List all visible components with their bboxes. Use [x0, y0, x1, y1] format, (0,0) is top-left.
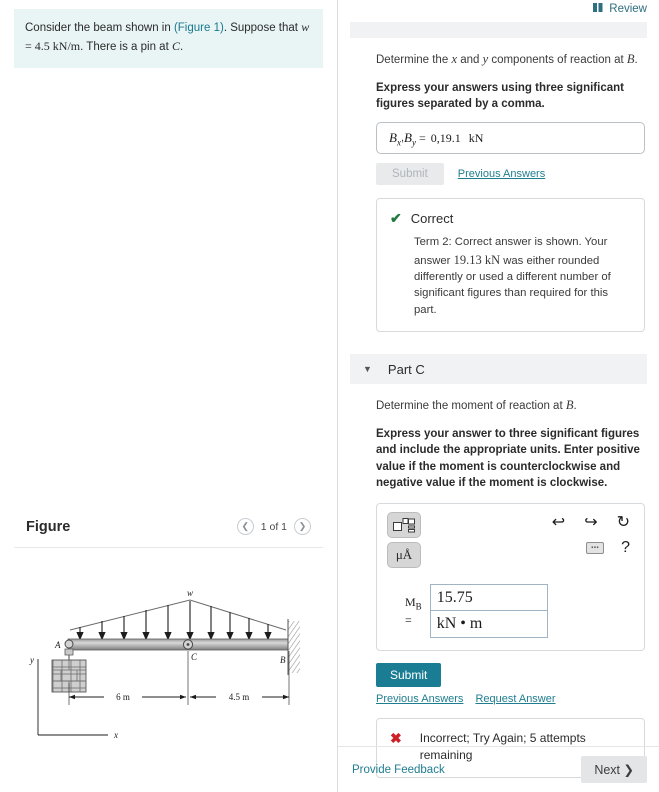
figure-nav: ❮ 1 of 1 ❯	[236, 518, 311, 535]
redo-arrow-icon[interactable]: ↪	[584, 512, 597, 532]
figure-divider	[14, 547, 323, 548]
chevron-left-icon[interactable]: ❮	[236, 518, 254, 535]
review-label[interactable]: Review	[609, 3, 647, 15]
variable-w: w	[301, 20, 310, 34]
provide-feedback-link[interactable]: Provide Feedback	[352, 764, 445, 776]
undo-arrow-icon[interactable]: ↩	[552, 512, 565, 532]
problem-text-pin: . There is a pin at	[80, 41, 172, 54]
page-root: Consider the beam shown in (Figure 1). S…	[0, 0, 659, 792]
point-a-label-fig: A	[54, 640, 61, 650]
review-icon	[593, 3, 604, 15]
beam-diagram-svg: w B C A 6 m 4.5 m y x	[29, 588, 300, 740]
pc-q-end: .	[573, 400, 577, 413]
micro-angstrom-units-icon[interactable]: μÅ	[387, 542, 421, 569]
reset-circular-arrow-icon[interactable]: ↻	[617, 512, 630, 532]
part-b-question: Determine the x and y components of reac…	[376, 50, 645, 69]
math-template-icon[interactable]	[387, 512, 421, 539]
chevron-right-icon[interactable]: ❯	[294, 518, 311, 535]
part-c-instruction: Express your answer to three significant…	[376, 427, 640, 489]
load-label-w: w	[187, 588, 193, 598]
part-b-actions: Submit Previous Answers	[376, 163, 645, 186]
problem-statement: Consider the beam shown in (Figure 1). S…	[14, 9, 323, 68]
part-c-links: Previous Answers Request Answer	[376, 693, 645, 705]
cross-icon: ✖	[390, 730, 402, 747]
lhs-sub-b: B	[415, 601, 422, 612]
part-c-title: Part C	[387, 361, 425, 377]
part-c-unit-input[interactable]: kN • m	[429, 611, 548, 639]
lhs-equals: =	[405, 612, 412, 627]
feedback-body-value: 19.13 kN	[453, 252, 501, 267]
next-label: Next	[594, 763, 621, 777]
part-b-previous-answers-link[interactable]: Previous Answers	[458, 168, 545, 180]
feedback-header: ✔ Correct	[390, 210, 631, 227]
q-post: components of reaction at	[488, 54, 627, 66]
part-c-math-entry-widget: μÅ ↩ ↪ ↻ ▪▪▪ ? MB = 15.75 kN • m	[376, 503, 645, 652]
variable-w-value: = 4.5	[25, 39, 53, 54]
figure-1-link[interactable]: (Figure 1)	[174, 22, 224, 34]
part-b-feedback-correct: ✔ Correct Term 2: Correct answer is show…	[376, 198, 645, 333]
part-c-request-answer-link[interactable]: Request Answer	[475, 693, 555, 705]
footer-bar: Provide Feedback Next ❯	[338, 746, 659, 792]
math-toolbar-left: μÅ	[387, 512, 421, 569]
left-panel: Consider the beam shown in (Figure 1). S…	[0, 0, 338, 792]
axis-y-label: y	[29, 655, 34, 665]
variable-w-units: kN/m	[52, 39, 81, 54]
feedback-title: Correct	[410, 211, 454, 227]
point-c-label: C	[171, 39, 180, 54]
chevron-right-icon: ❯	[623, 763, 634, 777]
figure-counter: 1 of 1	[260, 520, 287, 533]
part-b-instruction: Express your answers using three signifi…	[376, 81, 624, 110]
q-mid: and	[457, 54, 483, 66]
lhs-m: M	[405, 594, 416, 609]
part-c-body: Determine the moment of reaction at B. E…	[338, 396, 659, 778]
q-var-b: B	[626, 52, 635, 66]
part-c-entry-row: MB = 15.75 kN • m	[387, 584, 634, 639]
keyboard-icon[interactable]: ▪▪▪	[586, 542, 605, 555]
part-b-submit-button[interactable]: Submit	[376, 163, 444, 186]
problem-text-post: . Suppose that	[223, 22, 298, 34]
review-row: Review	[338, 0, 659, 16]
math-toolbar: μÅ ↩ ↪ ↻ ▪▪▪ ?	[387, 512, 634, 569]
axis-x-label: x	[113, 730, 118, 740]
problem-period: .	[179, 41, 184, 54]
math-toolbar-right: ↩ ↪ ↻ ▪▪▪ ?	[552, 512, 634, 568]
math-toolbar-row-top: ↩ ↪ ↻	[552, 512, 630, 532]
right-panel: Review Determine the x and y components …	[338, 0, 659, 792]
math-toolbar-row-bottom: ▪▪▪ ?	[586, 539, 630, 557]
part-c-value-input[interactable]: 15.75	[429, 584, 548, 612]
part-c-fields: 15.75 kN • m	[429, 584, 548, 639]
part-b-header-bar	[350, 22, 647, 38]
answer-equals: =	[418, 130, 426, 145]
figure-header: Figure ❮ 1 of 1 ❯	[0, 518, 337, 535]
beam-figure: w B C A 6 m 4.5 m y x	[8, 583, 330, 758]
feedback-body: Term 2: Correct answer is shown. Your an…	[414, 234, 631, 318]
next-button[interactable]: Next ❯	[581, 756, 647, 783]
dimension-right-label: 4.5 m	[229, 692, 250, 702]
part-c-actions: Submit Previous Answers Request Answer	[376, 663, 645, 705]
part-c-question: Determine the moment of reaction at B.	[376, 396, 645, 415]
q-pre: Determine the	[376, 54, 452, 66]
part-c-submit-button[interactable]: Submit	[376, 663, 442, 688]
part-b-answer-unit: kN	[468, 130, 484, 145]
q-end: .	[634, 54, 638, 66]
help-question-icon[interactable]: ?	[621, 539, 630, 557]
answer-label-by: By	[404, 129, 416, 148]
check-icon: ✔	[390, 210, 402, 227]
figure-title: Figure	[26, 518, 71, 535]
part-c-lhs-label: MB =	[405, 595, 422, 628]
point-b-label-fig: B	[280, 655, 286, 665]
pc-q-pre: Determine the moment of reaction at	[376, 400, 566, 413]
part-c-header[interactable]: ▼ Part C	[350, 354, 647, 385]
part-c-previous-answers-link[interactable]: Previous Answers	[376, 693, 463, 705]
part-b-answer-value[interactable]: 0,19.1	[431, 131, 461, 146]
caret-down-icon[interactable]: ▼	[363, 364, 372, 374]
problem-text-pre: Consider the beam shown in	[25, 22, 174, 34]
dimension-left-label: 6 m	[116, 692, 130, 702]
part-b-body: Determine the x and y components of reac…	[338, 50, 659, 333]
point-c-label-fig: C	[191, 652, 198, 662]
answer-label-bx: Bx	[389, 129, 401, 148]
part-b-answer-field[interactable]: Bx, By = 0,19.1 kN	[376, 122, 645, 155]
